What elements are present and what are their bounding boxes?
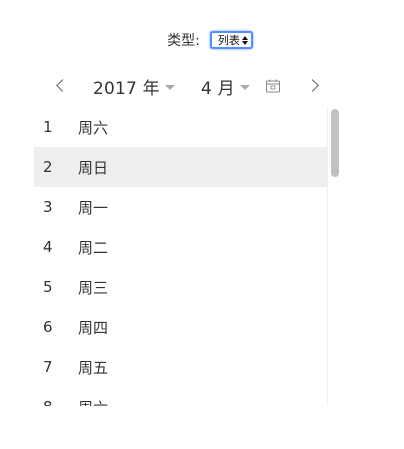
day-list: 1 周六 2 周日 3 周一 4 周二 5 周三 6 周四 7 周五 8 周六: [34, 107, 327, 406]
list-item[interactable]: 6 周四: [34, 307, 327, 347]
day-number: 8: [34, 398, 78, 406]
day-number: 3: [43, 198, 53, 216]
day-number: 2: [43, 158, 53, 176]
list-item[interactable]: 8 周六: [34, 387, 327, 406]
day-number: 6: [43, 318, 53, 336]
calendar-nav: 2017 年 4 月: [34, 73, 334, 99]
weekday-label: 周二: [78, 238, 109, 257]
prev-month-button[interactable]: [50, 75, 70, 95]
month-dropdown[interactable]: 4 月: [201, 74, 250, 99]
weekday-label: 周三: [78, 278, 109, 297]
list-scrollbar[interactable]: [327, 107, 342, 406]
weekday-label: 周日: [78, 158, 109, 177]
caret-down-icon: [239, 84, 250, 90]
updown-arrows-icon: [241, 34, 248, 46]
list-item[interactable]: 2 周日: [34, 147, 327, 187]
list-item[interactable]: 3 周一: [34, 187, 327, 227]
list-item[interactable]: 5 周三: [34, 267, 327, 307]
chevron-left-icon: [55, 78, 69, 92]
type-label: 类型:: [167, 33, 200, 49]
day-list-container: 1 周六 2 周日 3 周一 4 周二 5 周三 6 周四 7 周五 8 周六: [34, 107, 342, 406]
weekday-label: 周六: [78, 118, 109, 137]
list-item[interactable]: 7 周五: [34, 347, 327, 387]
year-value: 2017 年: [93, 78, 160, 99]
month-value: 4 月: [201, 78, 235, 99]
scrollbar-thumb[interactable]: [331, 109, 339, 177]
today-button[interactable]: [265, 78, 281, 94]
day-number: 5: [43, 278, 53, 296]
caret-down-icon: [164, 84, 175, 90]
type-select[interactable]: 列表: [209, 31, 253, 49]
type-row: 类型: 列表: [0, 29, 404, 51]
day-number: 7: [43, 358, 53, 376]
day-number: 4: [43, 238, 53, 256]
type-select-value: 列表: [217, 34, 240, 47]
weekday-label: 周一: [78, 198, 109, 217]
list-item[interactable]: 1 周六: [34, 107, 327, 147]
list-item[interactable]: 4 周二: [34, 227, 327, 267]
day-number: 1: [43, 118, 53, 136]
weekday-label: 周六: [78, 397, 327, 407]
weekday-label: 周五: [78, 358, 109, 377]
calendar-today-icon: [266, 79, 280, 93]
weekday-label: 周四: [78, 318, 109, 337]
next-month-button[interactable]: [304, 75, 324, 95]
year-dropdown[interactable]: 2017 年: [93, 74, 175, 99]
chevron-right-icon: [305, 78, 319, 92]
